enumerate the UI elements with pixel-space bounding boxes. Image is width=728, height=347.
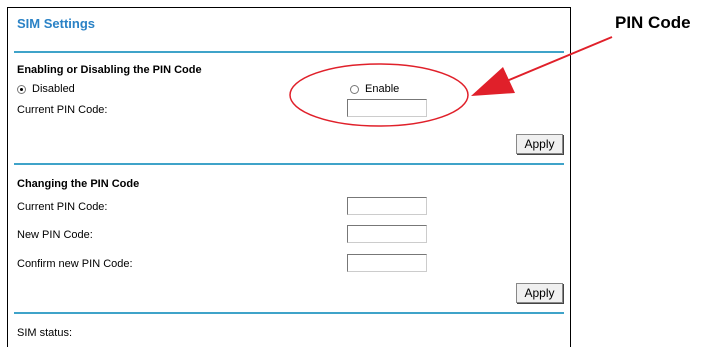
arrow-head-icon: [471, 67, 515, 96]
highlight-ellipse: [289, 63, 469, 127]
arrow-shaft: [496, 36, 613, 86]
annotation-overlay: [289, 36, 613, 127]
annotation-label: PIN Code: [615, 13, 691, 32]
